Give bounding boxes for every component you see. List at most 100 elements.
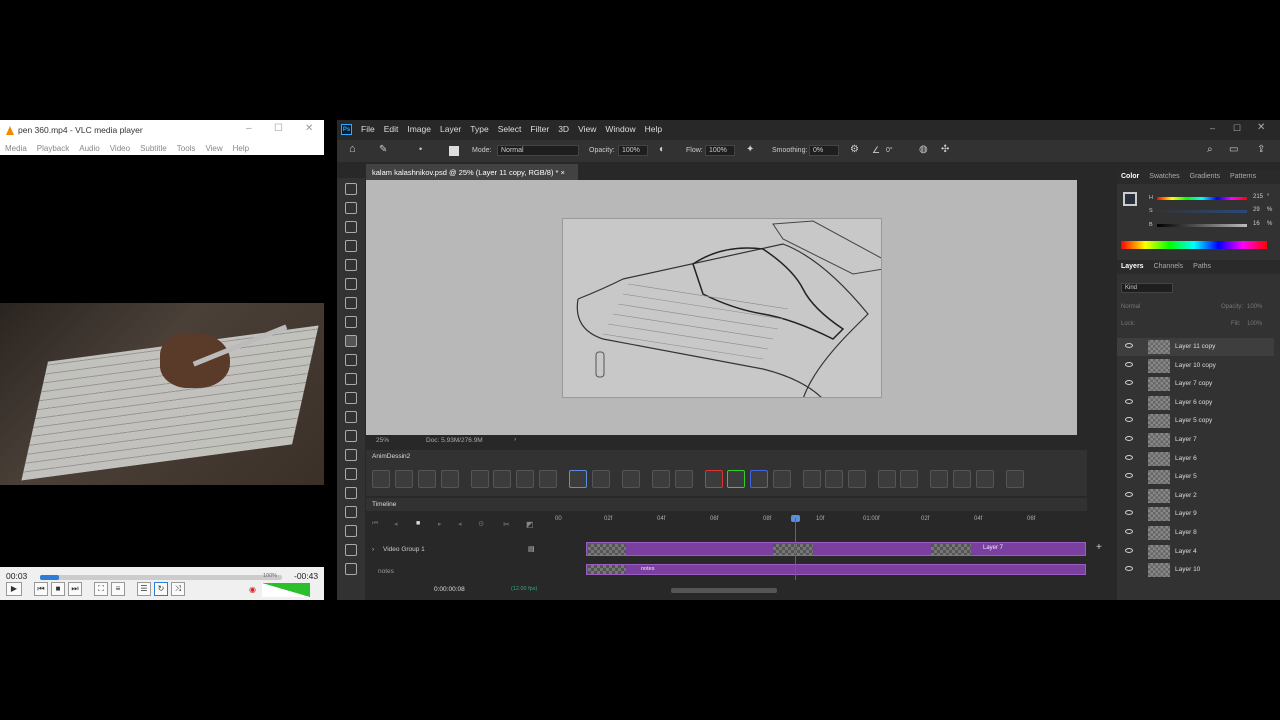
layer-row[interactable]: Layer 2 [1117,487,1274,505]
anim-btn-6-icon[interactable] [493,470,511,488]
video-track[interactable]: Layer 7 [586,542,1086,556]
timeline-gear-icon[interactable]: ⚙ [478,520,484,528]
foreground-color-swatch[interactable] [1123,192,1137,206]
canvas-area[interactable] [366,180,1077,435]
vlc-menu-video[interactable]: Video [110,144,130,153]
eye-icon[interactable] [1125,566,1133,572]
anim-btn-14-icon[interactable] [803,470,821,488]
scissors-icon[interactable]: ✂ [503,520,510,529]
loop-icon[interactable]: ↻ [154,582,168,596]
layer-filter-select[interactable]: Kind [1121,283,1173,293]
mode-select[interactable]: Normal [497,145,579,156]
crop-tool-icon[interactable] [345,259,357,271]
green-onion-icon[interactable] [727,470,745,488]
playlist-icon[interactable]: ☰ [137,582,151,596]
eye-icon[interactable] [1125,473,1133,479]
menu-type[interactable]: Type [470,124,488,134]
eye-icon[interactable] [1125,510,1133,516]
stop-icon[interactable]: ■ [416,520,420,527]
anim-btn-12-icon[interactable] [652,470,670,488]
eye-icon[interactable] [1125,529,1133,534]
ps-close-icon[interactable]: ✕ [1257,122,1265,133]
stamp-tool-icon[interactable] [345,354,357,366]
dodge-tool-icon[interactable] [345,449,357,461]
airbrush-icon[interactable]: ✦ [746,144,754,155]
timeline-ruler[interactable]: 00 02f 04f 06f 08f 10f 01:00f 02f 04f 06… [551,514,1087,528]
healing-tool-icon[interactable] [345,316,357,328]
frame-tool-icon[interactable] [345,278,357,290]
brush-settings-icon[interactable] [449,146,459,156]
layer-opacity-value[interactable]: 100% [1247,304,1262,310]
prev-icon[interactable]: ⏮ [34,582,48,596]
close-icon[interactable]: ✕ [305,123,313,134]
eye-icon[interactable] [1125,491,1133,497]
menu-edit[interactable]: Edit [384,124,399,134]
blur-tool-icon[interactable] [345,430,357,442]
layer-row[interactable]: Layer 6 copy [1117,394,1274,412]
layer-row[interactable]: Layer 10 copy [1117,357,1274,375]
opacity-field[interactable]: 100% [618,145,648,156]
shuffle-icon[interactable]: ⤨ [171,582,185,596]
layer-row[interactable]: Layer 5 copy [1117,412,1274,430]
layer-row[interactable]: Layer 9 [1117,505,1274,523]
add-media-icon[interactable]: + [1096,542,1102,553]
seek-bar[interactable] [40,575,282,580]
lasso-tool-icon[interactable] [345,221,357,233]
artboard[interactable] [562,218,882,398]
anim-btn-10-icon[interactable] [592,470,610,488]
pressure-opacity-icon[interactable]: ◐ [659,144,665,155]
anim-btn-18-icon[interactable] [900,470,918,488]
brush-tool-icon[interactable]: ✎ [379,144,387,155]
pen-tool-icon[interactable] [345,468,357,480]
mute-icon[interactable]: ◉ [249,585,256,594]
menu-3d[interactable]: 3D [558,124,569,134]
tab-paths[interactable]: Paths [1193,263,1211,271]
audio-icon[interactable]: ◂ [458,520,462,528]
workspace-icon[interactable]: ▭ [1229,144,1238,155]
share-icon[interactable]: ⇪ [1257,144,1265,155]
status-arrow-icon[interactable]: › [514,436,516,443]
angle-value[interactable]: 0° [886,147,893,154]
search-icon[interactable]: ⌕ [1207,144,1213,155]
eye-icon[interactable] [1125,417,1133,423]
anim-btn-5-icon[interactable] [471,470,489,488]
history-brush-icon[interactable] [345,373,357,385]
maximize-icon[interactable]: ☐ [274,123,283,134]
tab-swatches[interactable]: Swatches [1149,173,1179,181]
play-icon[interactable]: ▶ [6,582,22,596]
anim-btn-21-icon[interactable] [976,470,994,488]
menu-filter[interactable]: Filter [530,124,549,134]
menu-view[interactable]: View [578,124,596,134]
stop-icon[interactable]: ■ [51,582,65,596]
menu-image[interactable]: Image [407,124,431,134]
tab-gradients[interactable]: Gradients [1190,173,1220,181]
menu-file[interactable]: File [361,124,375,134]
menu-select[interactable]: Select [498,124,522,134]
tab-channels[interactable]: Channels [1154,263,1184,271]
tab-layers[interactable]: Layers [1121,263,1144,271]
minimize-icon[interactable]: ‒ [246,123,252,134]
anim-btn-13-icon[interactable] [675,470,693,488]
fill-value[interactable]: 100% [1247,321,1262,327]
eye-icon[interactable] [1125,343,1133,348]
b-value[interactable]: 16 [1253,221,1260,227]
layer-row[interactable]: Layer 5 [1117,468,1274,486]
type-tool-icon[interactable] [345,487,357,499]
vlc-menu-playback[interactable]: Playback [37,144,69,153]
move-tool-icon[interactable] [345,183,357,195]
tab-patterns[interactable]: Patterns [1230,173,1256,181]
eye-icon[interactable] [1125,436,1133,441]
eyedropper-tool-icon[interactable] [345,297,357,309]
next-icon[interactable]: ⏭ [68,582,82,596]
notes-track[interactable]: notes [586,564,1086,575]
anim-btn-7-icon[interactable] [516,470,534,488]
ps-minimize-icon[interactable]: ‒ [1210,123,1215,133]
anim-btn-3-icon[interactable] [418,470,436,488]
onion-off-icon[interactable] [773,470,791,488]
anim-btn-9-icon[interactable] [569,470,587,488]
eraser-tool-icon[interactable] [345,392,357,404]
vlc-menu-view[interactable]: View [205,144,222,153]
anim-btn-8-icon[interactable] [539,470,557,488]
home-icon[interactable]: ⌂ [349,143,356,155]
h-slider[interactable] [1157,197,1247,200]
